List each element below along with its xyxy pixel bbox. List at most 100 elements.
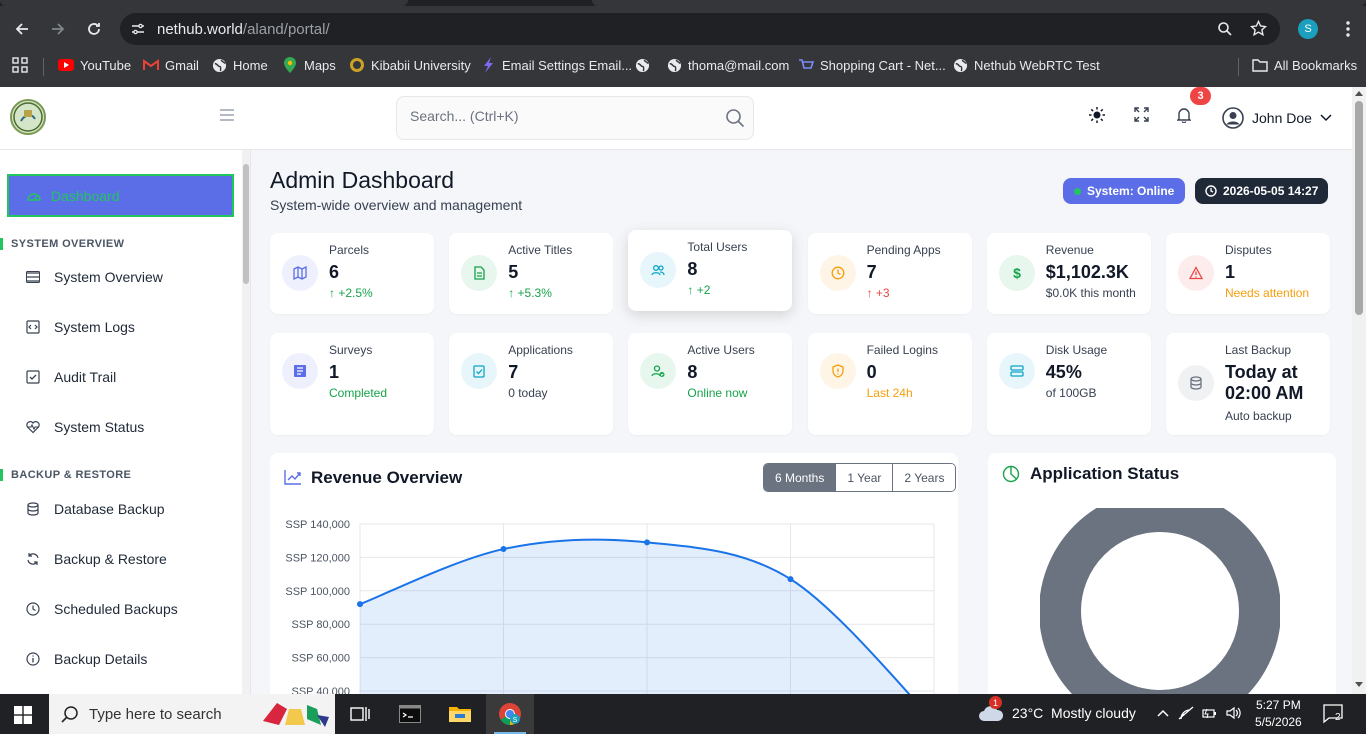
action-center-icon[interactable]: 2: [1323, 704, 1345, 724]
sidebar-scrollbar[interactable]: [242, 150, 250, 694]
chrome-app-icon[interactable]: S: [486, 694, 534, 734]
main-content: Admin Dashboard System-wide overview and…: [252, 150, 1352, 694]
wifi-icon[interactable]: [1178, 706, 1194, 720]
stat-card-parcels[interactable]: Parcels 6 ↑ +2.5%: [270, 233, 434, 314]
stat-card-applications[interactable]: Applications 7 0 today: [449, 333, 614, 435]
apps-grid-icon[interactable]: [12, 57, 28, 73]
all-bookmarks[interactable]: All Bookmarks: [1252, 57, 1357, 73]
sidebar-section-backup-restore: BACKUP & RESTORE: [0, 468, 131, 482]
stat-card-last-backup[interactable]: Last Backup Today at 02:00 AM Auto backu…: [1166, 333, 1330, 435]
stat-card-revenue[interactable]: $ Revenue $1,102.3K $0.0K this month: [986, 233, 1151, 314]
sidebar-item-system-status[interactable]: System Status: [26, 419, 144, 435]
bookmark-star-icon[interactable]: [1250, 20, 1267, 37]
user-check-icon: [640, 353, 677, 389]
sidebar-scroll-thumb[interactable]: [243, 164, 249, 284]
profile-avatar[interactable]: S: [1298, 19, 1318, 39]
fullscreen-icon[interactable]: [1134, 107, 1149, 122]
zoom-search-icon[interactable]: [1217, 21, 1233, 37]
weather-widget[interactable]: 1 23°C Mostly cloudy: [978, 696, 1136, 722]
cloud-icon: 1: [978, 696, 1004, 722]
back-icon[interactable]: [9, 16, 35, 42]
range-6-months[interactable]: 6 Months: [764, 464, 837, 491]
stat-card-active-users[interactable]: Active Users 8 Online now: [628, 333, 793, 435]
sidebar-item-backup-restore[interactable]: Backup & Restore: [26, 551, 167, 567]
task-view-icon[interactable]: [336, 694, 384, 734]
browser-menu-icon[interactable]: [1346, 20, 1350, 38]
stat-subtext: Needs attention: [1225, 286, 1310, 300]
stat-card-disk-usage[interactable]: Disk Usage 45% of 100GB: [986, 333, 1151, 435]
logo[interactable]: [10, 99, 46, 135]
sidebar-item-label: System Overview: [54, 269, 163, 285]
stat-card-surveys[interactable]: Surveys 1 Completed: [270, 333, 434, 435]
stat-subtext: ↑ +5.3%: [508, 286, 552, 300]
stat-card-total-users[interactable]: Total Users 8 ↑ +2: [628, 230, 793, 311]
url-text[interactable]: nethub.world/aland/portal/: [157, 21, 330, 38]
dashboard-icon: [27, 190, 41, 202]
stat-subtext: $0.0K this month: [1045, 286, 1136, 300]
bookmark-email-settings[interactable]: Email Settings Email...: [480, 57, 632, 73]
stat-value: 8: [687, 362, 698, 382]
application-status-panel: Application Status: [988, 453, 1336, 694]
bookmark-thoma[interactable]: thoma@mail.com: [666, 57, 789, 73]
terminal-app-icon[interactable]: [386, 694, 434, 734]
sidebar-item-label: System Status: [54, 419, 145, 435]
theme-toggle-icon[interactable]: [1089, 107, 1105, 123]
search-icon[interactable]: [725, 108, 745, 128]
taskbar-search[interactable]: Type here to search: [49, 694, 335, 734]
bookmark-label: Maps: [304, 57, 336, 73]
bookmark-kibabii[interactable]: Kibabii University: [349, 57, 471, 73]
clipboard-check-icon: [461, 353, 498, 389]
notification-count-badge: 3: [1190, 87, 1211, 105]
search-box[interactable]: [396, 96, 754, 140]
range-2-years[interactable]: 2 Years: [893, 464, 956, 491]
sidebar-item-dashboard[interactable]: Dashboard: [7, 174, 234, 217]
battery-icon[interactable]: [1202, 706, 1218, 720]
stat-subtext: of 100GB: [1045, 386, 1097, 400]
stat-subtext: Completed: [329, 386, 388, 400]
range-1-year[interactable]: 1 Year: [836, 464, 894, 491]
forward-icon[interactable]: [45, 16, 71, 42]
reload-icon[interactable]: [81, 16, 107, 42]
bookmark-webrtc[interactable]: Nethub WebRTC Test: [952, 57, 1100, 73]
bookmark-youtube[interactable]: YouTube: [58, 57, 131, 73]
volume-icon[interactable]: [1226, 706, 1242, 720]
menu-toggle-icon[interactable]: [220, 109, 234, 121]
sidebar-item-backup-details[interactable]: Backup Details: [26, 651, 147, 667]
windows-start-icon[interactable]: [14, 706, 32, 724]
stat-card-disputes[interactable]: Disputes 1 Needs attention: [1166, 233, 1330, 314]
stat-card-pending-apps[interactable]: Pending Apps 7 ↑ +3: [807, 233, 972, 314]
page-scrollbar[interactable]: [1352, 87, 1366, 694]
svg-text:$: $: [1013, 266, 1021, 280]
app-viewport: 3 John Doe Dashboard SYSTEM OVERVIEW Sys…: [0, 87, 1352, 694]
bookmark-shopping-cart[interactable]: Shopping Cart - Net...: [798, 57, 946, 73]
sidebar-item-scheduled-backups[interactable]: Scheduled Backups: [26, 601, 178, 617]
notification-bell-icon[interactable]: [1177, 107, 1191, 123]
stat-value: 5: [508, 262, 519, 282]
search-input[interactable]: [410, 108, 710, 124]
bookmark-maps[interactable]: Maps: [282, 57, 336, 73]
tab[interactable]: [592, 0, 1366, 6]
bookmark-home[interactable]: Home: [211, 57, 268, 73]
sidebar-item-system-logs[interactable]: System Logs: [26, 319, 135, 335]
taskbar-clock[interactable]: 5:27 PM 5/5/2026: [1255, 697, 1302, 731]
stat-label: Active Titles: [508, 243, 573, 257]
bookmark-globe[interactable]: [634, 57, 650, 73]
page-scroll-thumb[interactable]: [1355, 101, 1363, 315]
sidebar-item-audit-trail[interactable]: Audit Trail: [26, 369, 116, 385]
y-tick-label: SSP 120,000: [285, 552, 350, 564]
users-icon: [640, 252, 677, 288]
user-menu[interactable]: John Doe: [1222, 107, 1332, 129]
line-chart-icon: [284, 469, 302, 485]
stat-card-active-titles[interactable]: Active Titles 5 ↑ +5.3%: [449, 233, 614, 314]
stat-card-failed-logins[interactable]: Failed Logins 0 Last 24h: [807, 333, 972, 435]
file-explorer-icon[interactable]: [436, 694, 484, 734]
bookmark-gmail[interactable]: Gmail: [143, 57, 199, 73]
sidebar-item-system-overview[interactable]: System Overview: [26, 269, 163, 285]
sidebar-item-database-backup[interactable]: Database Backup: [26, 501, 165, 517]
gmail-icon: [143, 57, 159, 73]
chevron-up-icon[interactable]: [1156, 706, 1170, 720]
server-icon: [998, 353, 1035, 389]
tab[interactable]: [0, 0, 408, 6]
address-bar[interactable]: nethub.world/aland/portal/: [120, 13, 1280, 45]
site-info-icon[interactable]: [130, 21, 146, 37]
